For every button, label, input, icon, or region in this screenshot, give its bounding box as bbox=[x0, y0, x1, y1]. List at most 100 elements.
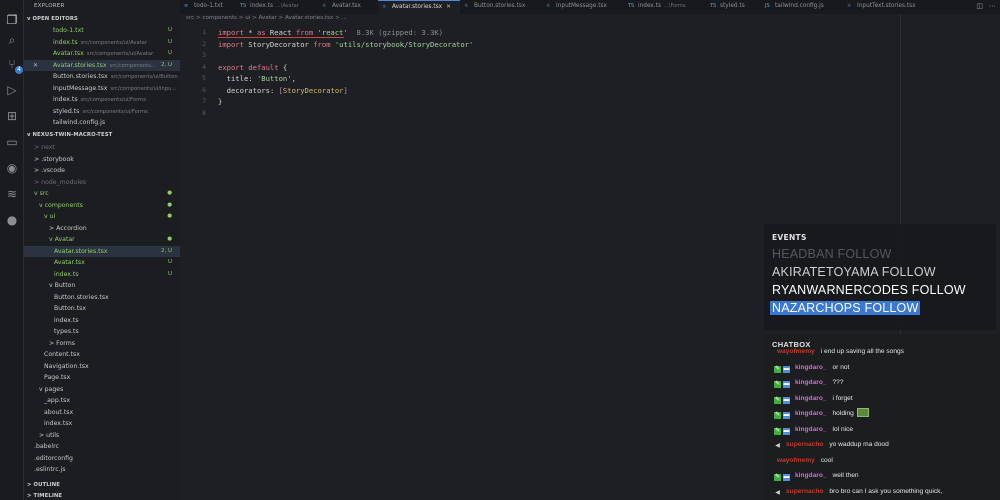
event-item: AKIRATETOYAMA FOLLOW bbox=[772, 265, 936, 279]
docker-icon[interactable]: ≋ bbox=[4, 186, 20, 202]
chat-text: cool bbox=[820, 456, 833, 464]
file-tree-item[interactable]: v Avatar ● bbox=[24, 234, 180, 246]
chat-text: yo waddup ma dood bbox=[829, 441, 889, 448]
file-tree-item[interactable]: > utils bbox=[24, 430, 180, 442]
file-tree-item[interactable]: about.tsx bbox=[24, 407, 180, 419]
file-tree-item[interactable]: > node_modules bbox=[24, 177, 180, 189]
source-control-icon[interactable]: ⑂ 4 bbox=[4, 56, 23, 74]
editor-tab[interactable]: TS index.ts ...\Forms bbox=[624, 0, 706, 14]
file-tree-item[interactable]: Button.tsx bbox=[24, 303, 180, 315]
chat-message: ✎ ▬ kingdaro_ holding bbox=[774, 407, 1000, 421]
file-tree-item[interactable]: index.ts U bbox=[24, 269, 180, 281]
project-header[interactable]: v NEXUS-TWIN-MACRO-TEST bbox=[27, 132, 112, 138]
search-icon[interactable]: ⌕ bbox=[4, 32, 20, 48]
editor-tab[interactable]: ≡ todo-1.txt bbox=[180, 0, 236, 14]
code-line-6[interactable]: decorators: [StoryDecorator] bbox=[218, 86, 348, 95]
file-tree-item[interactable]: .babelrc bbox=[24, 441, 180, 453]
open-editor-item[interactable]: index.ts src/components/ui/Forms bbox=[24, 94, 180, 106]
file-tree-item[interactable]: v src ● bbox=[24, 188, 180, 200]
close-editor-icon[interactable]: ✕ bbox=[33, 60, 38, 72]
editor-tab[interactable]: ⚛ InputText.stories.tsx bbox=[843, 0, 925, 14]
open-editor-item[interactable]: ✕ Avatar.stories.tsx src/components... 2, U bbox=[24, 59, 180, 72]
editor-tab[interactable]: ⚛ Button.stories.tsx bbox=[460, 0, 542, 14]
chat-text: i end up saving all the songs bbox=[820, 348, 904, 355]
editor-tab[interactable]: ⚛ Avatar.tsx bbox=[318, 0, 378, 14]
file-tree-item-label: Content.tsx bbox=[44, 351, 80, 358]
open-editor-item[interactable]: Button.stories.tsx src/components/ui/Butt… bbox=[24, 71, 180, 83]
open-editor-item[interactable]: InputMessage.tsx src/components/ui/Inpu..… bbox=[24, 83, 180, 95]
remote-explorer-icon[interactable]: ▭ bbox=[4, 134, 20, 150]
split-editor-icon[interactable]: ◫ bbox=[976, 2, 983, 10]
timeline-header[interactable]: > TIMELINE bbox=[27, 493, 62, 499]
file-tree-item[interactable]: > .vscode bbox=[24, 165, 180, 177]
file-tree-item[interactable]: Button.stories.tsx bbox=[24, 292, 180, 304]
editor-tab[interactable]: ⚛ Avatar.stories.tsx ✕ bbox=[378, 0, 460, 14]
subscriber-badge-icon: ▬ bbox=[783, 412, 790, 419]
extensions-icon[interactable]: ⊞ bbox=[4, 108, 20, 124]
chat-message: ✎ ▬ kingdaro_ i forget bbox=[774, 392, 1000, 406]
chat-text: well then bbox=[832, 472, 859, 479]
file-tree-item[interactable]: index.ts bbox=[24, 315, 180, 327]
file-tree-item[interactable]: index.tsx bbox=[24, 418, 180, 430]
file-tree-item-label: index.ts bbox=[54, 270, 79, 278]
file-tree-item[interactable]: Avatar.tsx U bbox=[24, 257, 180, 269]
file-tree-item[interactable]: Navigation.tsx bbox=[24, 361, 180, 373]
explorer-title: EXPLORER bbox=[34, 3, 65, 9]
file-tree-item[interactable]: Content.tsx bbox=[24, 349, 180, 361]
file-tree-item[interactable]: Avatar.stories.tsx 2, U bbox=[24, 245, 180, 257]
close-tab-icon[interactable]: ✕ bbox=[446, 4, 451, 10]
open-editors-header[interactable]: v OPEN EDITORS bbox=[27, 16, 78, 22]
file-tree-item[interactable]: > Accordion bbox=[24, 223, 180, 235]
file-tree-item[interactable]: .eslintrc.js bbox=[24, 464, 180, 476]
file-tree-item[interactable]: Page.tsx bbox=[24, 372, 180, 384]
moderator-badge-icon: ✎ bbox=[774, 381, 781, 388]
editor-tab[interactable]: ⚛ InputMessage.tsx bbox=[542, 0, 624, 14]
code-line-2[interactable]: import StoryDecorator from 'utils/storyb… bbox=[218, 40, 473, 49]
code-line-4[interactable]: export default { bbox=[218, 63, 287, 72]
file-tree-item[interactable]: v pages bbox=[24, 384, 180, 396]
file-tree-item[interactable]: v ui ● bbox=[24, 211, 180, 223]
open-editor-path: src/components/ui/Forms bbox=[82, 108, 148, 115]
breadcrumb[interactable]: src > components > ui > Avatar > Avatar.… bbox=[186, 15, 347, 21]
editor-tab-label: styled.ts bbox=[720, 3, 745, 9]
explorer-files-icon[interactable]: ❐ bbox=[4, 12, 20, 28]
code-line-5[interactable]: title: 'Button', bbox=[218, 74, 296, 83]
file-tree-item[interactable]: > .storybook bbox=[24, 154, 180, 166]
code-line-7[interactable]: } bbox=[218, 97, 222, 106]
editor-tab[interactable]: TS styled.ts bbox=[706, 0, 761, 14]
editor-tab-path: ...\Forms bbox=[664, 3, 686, 9]
file-tree-item[interactable]: .editorconfig bbox=[24, 453, 180, 465]
code-line-1[interactable]: import * as React from 'react' 8.3K (gzi… bbox=[218, 28, 443, 38]
file-tree-item[interactable]: v Button bbox=[24, 280, 180, 292]
open-editor-item[interactable]: tailwind.config.js bbox=[24, 117, 180, 129]
open-editor-name: todo-1.txt bbox=[53, 27, 84, 34]
file-tree-item[interactable]: _app.tsx bbox=[24, 395, 180, 407]
open-editor-item[interactable]: styled.ts src/components/ui/Forms bbox=[24, 106, 180, 118]
open-editor-path: src/components/ui/Avatar bbox=[86, 51, 154, 57]
chat-username: kingdaro_ bbox=[795, 379, 827, 386]
outline-header[interactable]: > OUTLINE bbox=[27, 482, 60, 488]
file-tree-item-label: types.ts bbox=[54, 328, 79, 335]
speaker-icon: ◀ bbox=[775, 489, 780, 496]
chat-text: holding bbox=[832, 410, 854, 417]
open-editor-item[interactable]: todo-1.txt U bbox=[24, 25, 180, 37]
file-tree-item[interactable]: > next bbox=[24, 142, 180, 154]
open-editor-item[interactable]: Avatar.tsx src/components/ui/Avatar U bbox=[24, 48, 180, 60]
run-debug-icon[interactable]: ▷ bbox=[4, 82, 20, 98]
open-editor-path: src/components... bbox=[109, 62, 156, 69]
editor-tab[interactable]: JS tailwind.config.js bbox=[761, 0, 843, 14]
file-tree-item[interactable]: types.ts bbox=[24, 326, 180, 338]
chat-emote-icon bbox=[856, 408, 869, 417]
github-icon[interactable]: ◉ bbox=[4, 160, 20, 176]
spotify-icon[interactable]: ● bbox=[4, 212, 20, 228]
editor-tab[interactable]: TS index.ts ...\Avatar bbox=[236, 0, 318, 14]
open-editor-item[interactable]: index.ts src/components/ui/Avatar U bbox=[24, 37, 180, 49]
file-tree-item[interactable]: v components ● bbox=[24, 200, 180, 212]
file-type-icon: TS bbox=[628, 3, 635, 9]
file-type-icon: ≡ bbox=[184, 3, 189, 9]
chat-message: wayofmemy cool bbox=[774, 454, 1000, 468]
chat-message: ✎ ▬ kingdaro_ or not bbox=[774, 361, 1000, 375]
editor-tab-label: InputText.stories.tsx bbox=[857, 3, 916, 9]
file-tree-item[interactable]: > Forms bbox=[24, 338, 180, 350]
more-actions-icon[interactable]: ⋯ bbox=[989, 2, 996, 10]
